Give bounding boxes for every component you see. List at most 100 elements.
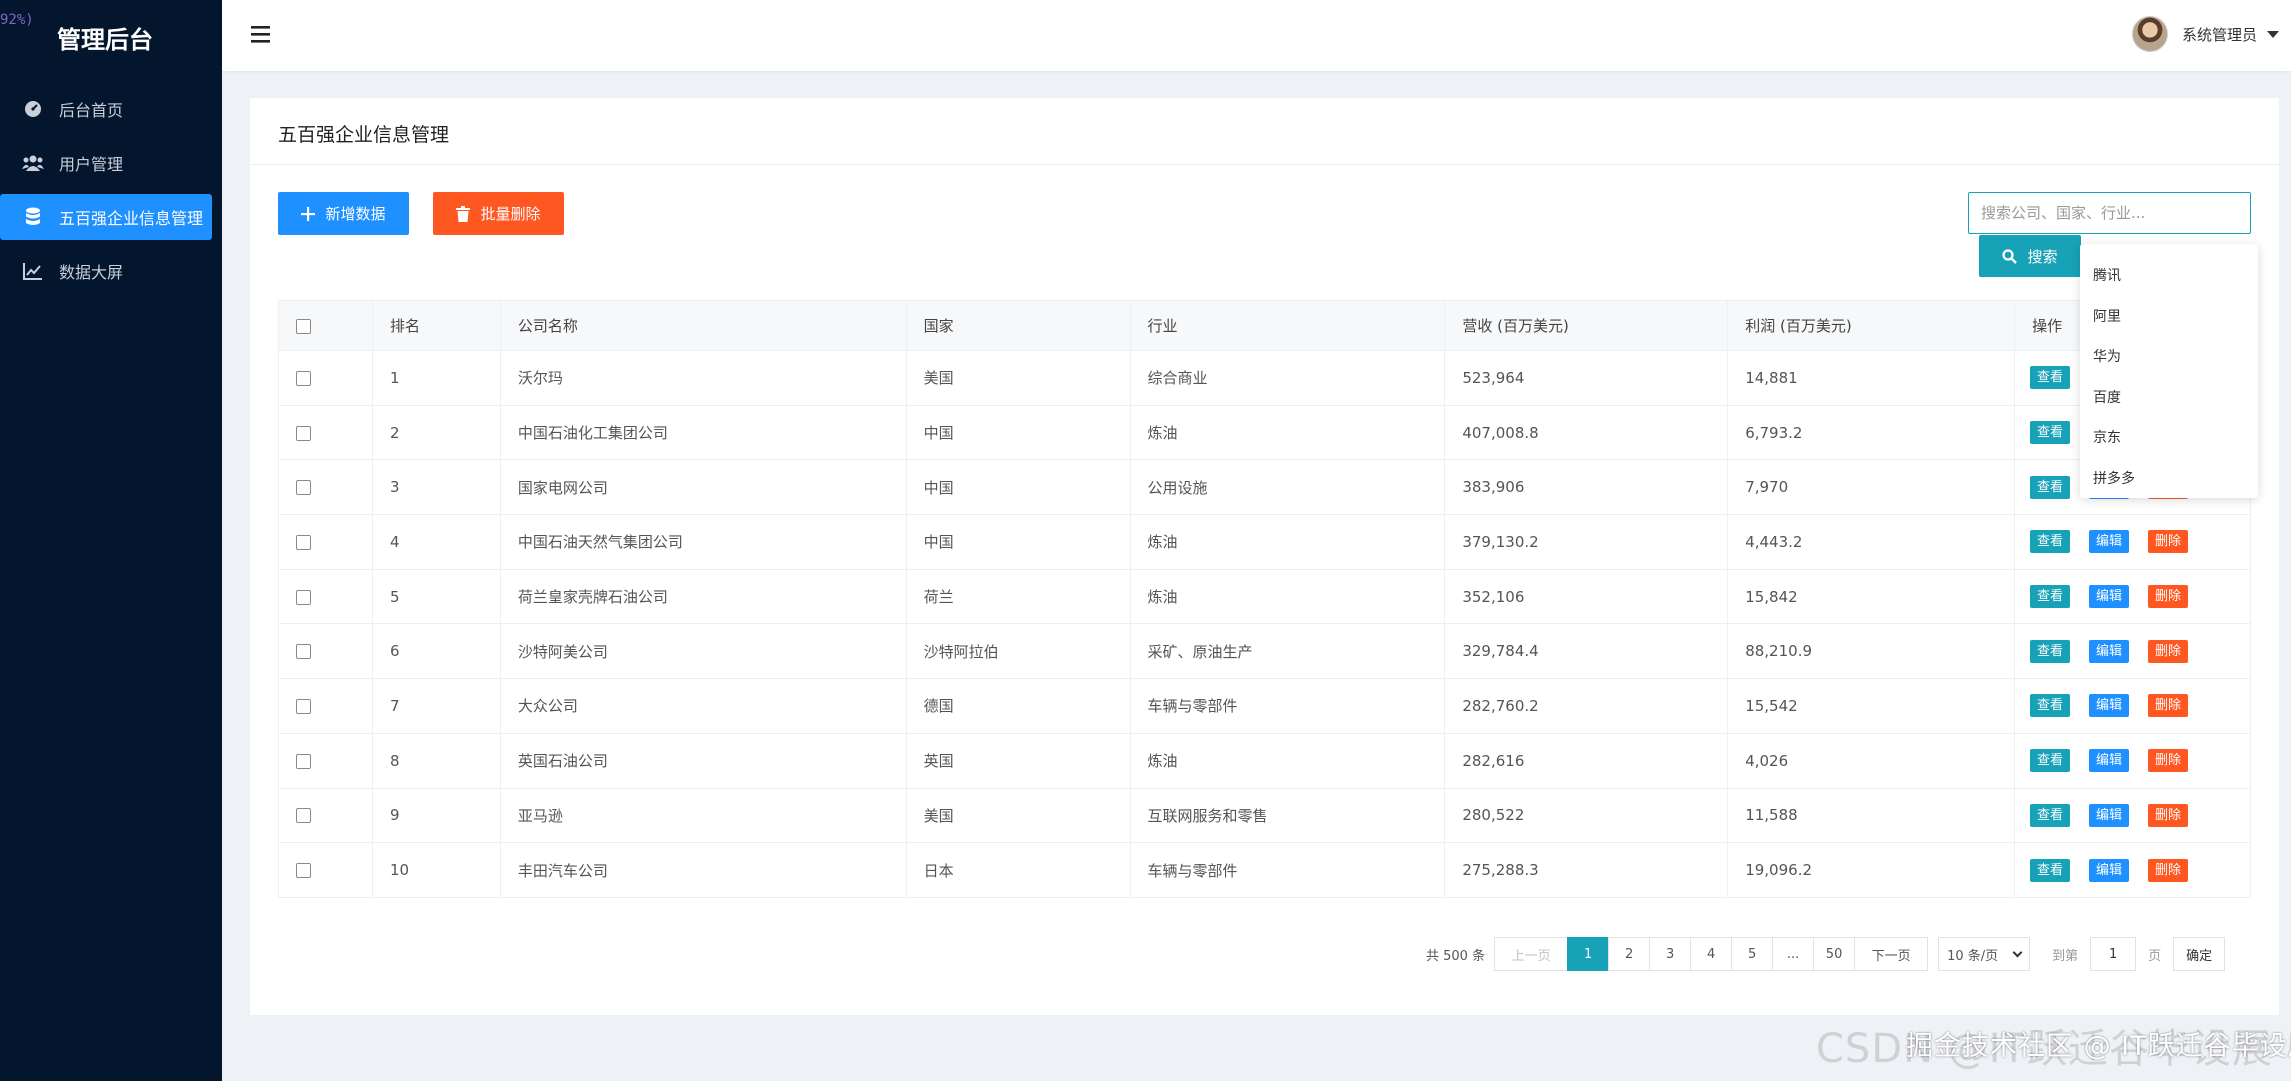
batch-delete-button[interactable]: 批量删除 (433, 192, 564, 235)
page-button[interactable]: 50 (1813, 937, 1856, 971)
edit-button[interactable]: 编辑 (2089, 858, 2130, 882)
cell-country: 中国 (905, 514, 1131, 570)
row-select-cell (278, 404, 373, 461)
edit-button[interactable]: 编辑 (2089, 639, 2130, 663)
search-button[interactable]: 搜索 (1979, 235, 2081, 277)
row-actions: 查看编辑删除 (2014, 732, 2251, 789)
row-select-cell (278, 732, 373, 789)
table-row: 10 丰田汽车公司 日本 车辆与零部件 275,288.3 19,096.2 查看 编辑 删除 (278, 842, 2251, 898)
cell-company: 丰田汽车公司 (499, 842, 907, 898)
line-chart-icon (22, 260, 44, 282)
sidebar-item-label: 用户管理 (59, 155, 124, 174)
delete-button[interactable]: 删除 (2148, 858, 2189, 882)
add-data-label: 新增数据 (325, 205, 386, 223)
sidebar-item-label: 五百强企业信息管理 (59, 209, 204, 228)
view-button[interactable]: 查看 (2030, 421, 2071, 445)
cell-rank: 9 (371, 787, 501, 844)
add-data-button[interactable]: 新增数据 (278, 192, 409, 235)
suggestion-item[interactable]: 华为 (2080, 337, 2258, 378)
edit-button[interactable]: 编辑 (2089, 585, 2130, 609)
view-button[interactable]: 查看 (2030, 694, 2071, 718)
delete-button[interactable]: 删除 (2148, 803, 2189, 827)
row-checkbox[interactable] (296, 753, 311, 769)
cell-rank: 10 (371, 842, 501, 898)
user-menu[interactable]: 系统管理员 (2131, 16, 2279, 52)
sidebar-item-data-screen[interactable]: 数据大屏 (0, 248, 222, 294)
row-actions: 查看编辑删除 (2014, 678, 2251, 734)
cell-profit: 6,793.2 (1727, 404, 2016, 461)
view-button[interactable]: 查看 (2030, 366, 2071, 390)
view-button[interactable]: 查看 (2030, 530, 2071, 554)
prev-page-button[interactable]: 上一页 (1494, 937, 1569, 971)
delete-button[interactable]: 删除 (2148, 694, 2189, 718)
search-label: 搜索 (2027, 247, 2058, 266)
page-button[interactable]: 3 (1649, 937, 1692, 971)
view-button[interactable]: 查看 (2030, 803, 2071, 827)
page-title: 五百强企业信息管理 (278, 124, 450, 146)
row-checkbox[interactable] (296, 698, 311, 714)
cell-country: 美国 (905, 787, 1131, 844)
next-page-button[interactable]: 下一页 (1854, 937, 1929, 971)
view-button[interactable]: 查看 (2030, 858, 2071, 882)
cell-country: 日本 (905, 842, 1131, 898)
row-checkbox[interactable] (296, 370, 311, 386)
cell-profit: 19,096.2 (1727, 842, 2016, 898)
column-header: 排名 (371, 300, 501, 351)
delete-button[interactable]: 删除 (2148, 585, 2189, 609)
sidebar-item-users[interactable]: 用户管理 (0, 140, 222, 186)
page-jump: 到第 1 页 确定 (2052, 937, 2226, 971)
table-row: 5 荷兰皇家壳牌石油公司 荷兰 炼油 352,106 15,842 查看 编辑 删除 (278, 568, 2251, 625)
page-jump-input[interactable]: 1 (2090, 937, 2137, 971)
total-count: 共 500 条 (1426, 948, 1486, 964)
select-all-checkbox[interactable] (296, 318, 311, 334)
cell-rank: 3 (371, 459, 501, 516)
row-checkbox[interactable] (296, 589, 311, 605)
row-checkbox[interactable] (296, 480, 311, 496)
row-checkbox[interactable] (296, 808, 311, 824)
page-button[interactable]: 1 (1567, 937, 1610, 971)
table-row: 3国家电网公司中国公用设施383,9067,970查看编辑删除 (278, 459, 2251, 516)
delete-button[interactable]: 删除 (2148, 639, 2189, 663)
table-header-row: 排名 公司名称 国家 行业 营收 (百万美元) 利润 (百万美元) 操作 (278, 300, 2251, 351)
sidebar-item-label: 数据大屏 (59, 263, 124, 282)
cell-profit: 88,210.9 (1727, 623, 2016, 680)
menu-toggle-icon[interactable] (250, 24, 272, 44)
search-input[interactable] (1968, 192, 2251, 234)
edit-button[interactable]: 编辑 (2089, 694, 2130, 718)
edit-button[interactable]: 编辑 (2089, 749, 2130, 773)
page-button[interactable]: 2 (1608, 937, 1651, 971)
edit-button[interactable]: 编辑 (2089, 530, 2130, 554)
row-select-cell (278, 568, 373, 625)
cell-company: 英国石油公司 (499, 732, 907, 789)
suggestion-item[interactable]: 腾讯 (2080, 256, 2258, 297)
suggestion-item[interactable]: 阿里 (2080, 297, 2258, 338)
row-checkbox[interactable] (296, 425, 311, 441)
cell-country: 荷兰 (905, 568, 1131, 625)
sidebar-item-label: 后台首页 (59, 101, 124, 120)
row-select-cell (278, 350, 373, 406)
page-button[interactable]: 4 (1690, 937, 1733, 971)
row-checkbox[interactable] (296, 534, 311, 550)
edit-button[interactable]: 编辑 (2089, 803, 2130, 827)
cell-rank: 2 (371, 404, 501, 461)
view-button[interactable]: 查看 (2030, 475, 2071, 499)
confirm-jump-button[interactable]: 确定 (2173, 937, 2226, 971)
sidebar-item-fortune500[interactable]: 五百强企业信息管理 (0, 194, 212, 240)
page-size-select[interactable]: 10 条/页 (1938, 937, 2031, 971)
delete-button[interactable]: 删除 (2148, 530, 2189, 554)
cell-industry: 炼油 (1129, 732, 1446, 789)
suggestion-item[interactable]: 拼多多 (2080, 459, 2258, 500)
page-button[interactable]: 5 (1731, 937, 1774, 971)
suggestion-item[interactable]: 京东 (2080, 418, 2258, 459)
cell-rank: 8 (371, 732, 501, 789)
view-button[interactable]: 查看 (2030, 585, 2071, 609)
table-row: 8 英国石油公司 英国 炼油 282,616 4,026 查看 编辑 删除 (278, 732, 2251, 789)
row-checkbox[interactable] (296, 644, 311, 660)
view-button[interactable]: 查看 (2030, 639, 2071, 663)
delete-button[interactable]: 删除 (2148, 749, 2189, 773)
sidebar-item-dashboard[interactable]: 后台首页 (0, 86, 222, 132)
view-button[interactable]: 查看 (2030, 749, 2071, 773)
row-checkbox[interactable] (296, 863, 311, 879)
content-card: 五百强企业信息管理 新增数据 批量删除 搜索 腾讯 阿里 华为 百度 京东 拼多… (250, 98, 2279, 1015)
suggestion-item[interactable]: 百度 (2080, 378, 2258, 419)
